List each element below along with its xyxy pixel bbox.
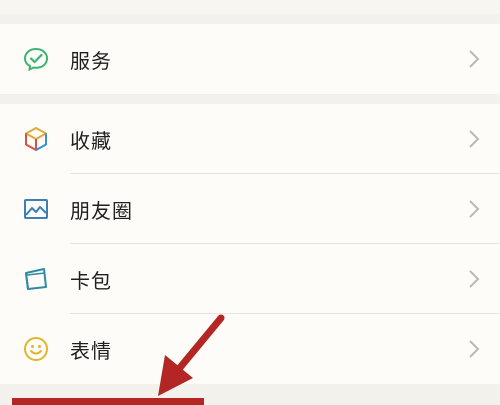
emoji-smiley-icon (22, 335, 50, 363)
chevron-right-icon (469, 200, 480, 218)
menu-group-services: 服务 (0, 24, 500, 94)
menu-item-card-wallet[interactable]: 卡包 (0, 244, 500, 314)
chevron-right-icon (469, 270, 480, 288)
chevron-right-icon (469, 340, 480, 358)
annotation-highlight-bar (12, 398, 204, 405)
menu-item-label: 收藏 (70, 128, 112, 153)
menu-item-moments[interactable]: 朋友圈 (0, 174, 500, 244)
wechat-pay-icon (22, 45, 50, 73)
menu-item-label: 服务 (70, 48, 112, 73)
menu-item-favorites[interactable]: 收藏 (0, 104, 500, 174)
menu-group-personal: 收藏 朋友圈 卡包 表情 (0, 104, 500, 384)
chevron-right-icon (469, 130, 480, 148)
menu-item-label: 卡包 (70, 268, 112, 293)
menu-item-label: 表情 (70, 338, 112, 363)
menu-item-label: 朋友圈 (70, 198, 133, 223)
card-wallet-icon (22, 265, 50, 293)
menu-item-emoji[interactable]: 表情 (0, 314, 500, 384)
favorites-cube-icon (22, 125, 50, 153)
menu-item-services[interactable]: 服务 (0, 24, 500, 94)
chevron-right-icon (469, 50, 480, 68)
top-strip (0, 0, 500, 14)
moments-picture-icon (22, 195, 50, 223)
